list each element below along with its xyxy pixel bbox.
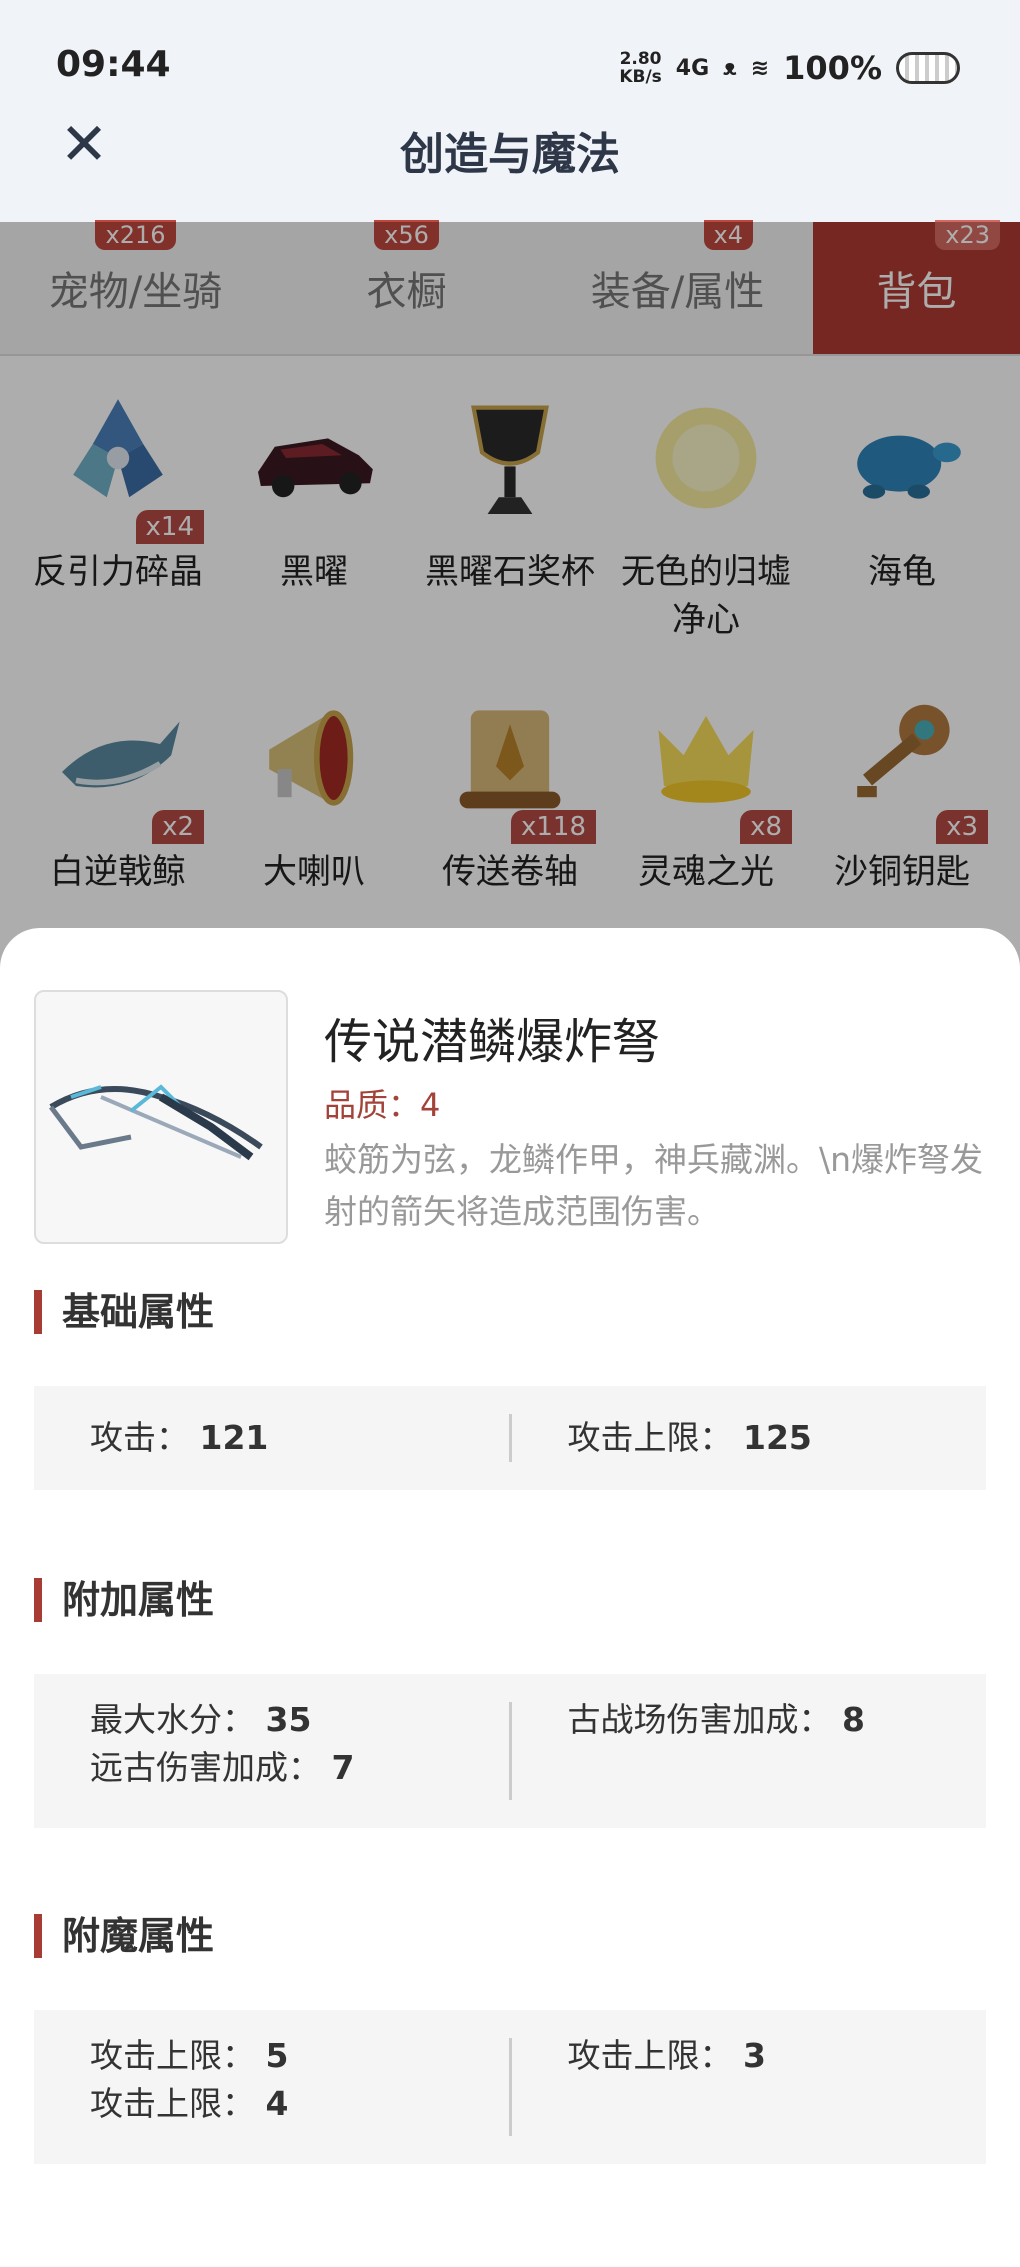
basic-attributes: 攻击： 121 攻击上限： 125	[34, 1386, 986, 1490]
attr-label: 古战场伤害加成：	[567, 1700, 832, 1739]
section-title-enchant: 附魔属性	[34, 1914, 214, 1958]
cat-icon: ᴥ	[723, 56, 737, 81]
attr-col-right: 攻击上限： 125	[512, 1386, 987, 1490]
attr-line: 攻击： 121	[90, 1418, 509, 1458]
detail-image	[34, 990, 288, 1244]
attr-label: 攻击上限：	[90, 2084, 255, 2123]
net-speed: 2.80 KB/s	[619, 50, 661, 86]
attr-line: 攻击上限： 125	[568, 1418, 987, 1458]
attr-line: 攻击上限： 5	[90, 2036, 509, 2076]
extra-attributes: 最大水分： 35 远古伤害加成： 7 古战场伤害加成： 8	[34, 1674, 986, 1828]
status-time: 09:44	[56, 44, 171, 85]
attr-line: 攻击上限： 4	[90, 2084, 509, 2124]
attr-value: 5	[265, 2036, 289, 2075]
detail-description: 蛟筋为弦，龙鳞作甲，神兵藏渊。\n爆炸弩发射的箭矢将造成范围伤害。	[324, 1140, 984, 1231]
page-title: 创造与魔法	[400, 129, 620, 180]
attr-label: 攻击上限：	[567, 1418, 733, 1457]
battery-percent: 100%	[783, 49, 882, 87]
detail-title: 传说潜鳞爆炸弩	[324, 1014, 661, 1070]
attr-value: 3	[743, 2036, 766, 2075]
battery-icon	[896, 52, 960, 84]
attr-value: 8	[842, 1700, 865, 1739]
item-detail-sheet: 传说潜鳞爆炸弩 品质：4 蛟筋为弦，龙鳞作甲，神兵藏渊。\n爆炸弩发射的箭矢将造…	[0, 928, 1020, 2267]
attr-line: 古战场伤害加成： 8	[568, 1700, 987, 1740]
detail-quality: 品质：4	[324, 1086, 441, 1124]
network-type: 4G	[675, 55, 710, 81]
attr-label: 远古伤害加成：	[90, 1748, 321, 1787]
attr-line: 远古伤害加成： 7	[90, 1748, 509, 1788]
attr-col-right: 攻击上限： 3	[512, 2010, 987, 2164]
attr-label: 攻击：	[90, 1418, 189, 1457]
attr-col-left: 攻击： 121	[34, 1386, 509, 1490]
attr-col-right: 古战场伤害加成： 8	[512, 1674, 987, 1828]
attr-value: 4	[265, 2084, 289, 2123]
attr-col-left: 攻击上限： 5 攻击上限： 4	[34, 2010, 509, 2164]
attr-line: 最大水分： 35	[90, 1700, 509, 1740]
attr-value: 121	[199, 1418, 269, 1457]
attr-label: 攻击上限：	[567, 2036, 733, 2075]
crossbow-icon	[49, 1084, 263, 1161]
attr-label: 攻击上限：	[90, 2036, 255, 2075]
section-title-basic: 基础属性	[34, 1290, 214, 1334]
app-header: 09:44 2.80 KB/s 4G ᴥ ≋ 100% ✕ 创造与魔法	[0, 0, 1020, 222]
attr-col-left: 最大水分： 35 远古伤害加成： 7	[34, 1674, 509, 1828]
attr-value: 35	[265, 1700, 312, 1739]
attr-value: 125	[743, 1418, 812, 1457]
attr-label: 最大水分：	[90, 1700, 255, 1739]
net-speed-unit: KB/s	[619, 67, 662, 87]
net-speed-value: 2.80	[619, 49, 662, 69]
section-title-extra: 附加属性	[34, 1578, 214, 1622]
enchant-attributes: 攻击上限： 5 攻击上限： 4 攻击上限： 3	[34, 2010, 986, 2164]
attr-line: 攻击上限： 3	[568, 2036, 987, 2076]
wifi-cat-icon: ≋	[750, 55, 770, 81]
status-icons: 2.80 KB/s 4G ᴥ ≋ 100%	[619, 44, 960, 92]
attr-value: 7	[331, 1748, 355, 1787]
